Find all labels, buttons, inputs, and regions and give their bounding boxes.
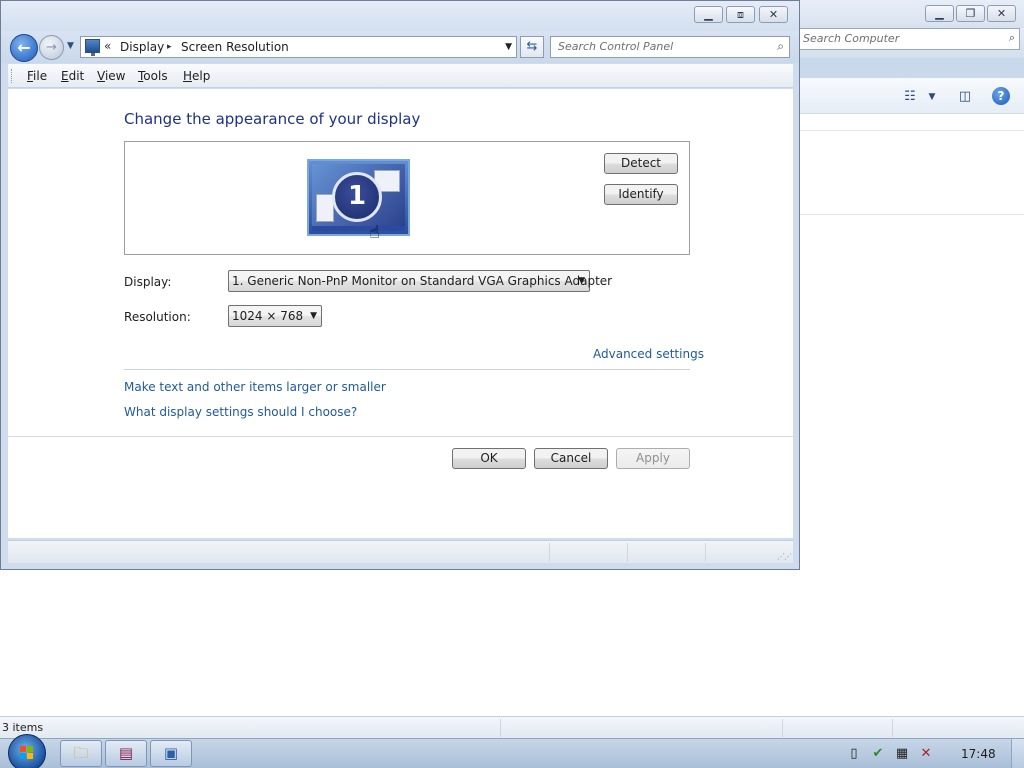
clock[interactable]: 17:48 [961,747,996,761]
apply-button[interactable]: Apply [616,448,690,469]
windows-logo-icon [20,746,34,760]
document-tray-icon[interactable]: ▯ [846,746,862,762]
volume-muted-icon[interactable]: ✕ [918,746,934,762]
show-desktop-button[interactable] [1011,739,1024,768]
display-select-value: 1. Generic Non-PnP Monitor on Standard V… [232,274,613,288]
menu-grip [11,69,13,83]
search-input[interactable]: Search Control Panel ⌕ [550,36,790,58]
preview-pane-icon[interactable]: ◫ [956,87,974,107]
monitor-icon[interactable]: 1 [307,159,410,236]
background-divider [790,214,1024,215]
refresh-button[interactable]: ⇆ [520,36,544,58]
maximize-button[interactable]: ⧈ [726,6,755,23]
status-divider [705,543,706,562]
view-options-icon[interactable]: ☷ [902,87,918,107]
menu-file[interactable]: File [27,69,47,83]
archive-icon: ▤ [118,744,134,762]
hand-cursor-icon: ☝ [369,222,380,243]
background-minimize-button[interactable]: ▁ [925,5,954,22]
footer-divider [8,436,793,437]
monitor-arrangement-panel: 1 ☝ Detect Identify [124,141,690,255]
forward-button[interactable]: → [39,35,64,60]
control-panel-icon: ▣ [163,744,179,762]
item-count: 3 items [2,721,44,734]
status-divider [627,543,628,562]
recent-pages-button[interactable]: ▼ [67,41,77,53]
background-restore-button[interactable]: ❐ [956,5,985,22]
refresh-icon: ⇆ [526,39,538,54]
back-arrow-icon: ← [17,38,31,57]
resolution-select[interactable]: 1024 × 768 ▼ [228,305,322,327]
page-title: Change the appearance of your display [124,110,421,128]
display-label: Display: [124,275,172,289]
mini-taskbar-graphic [312,226,405,231]
resize-grip[interactable]: ⋰⋰ [777,552,792,561]
status-divider [549,543,550,562]
address-chevrons[interactable]: « [104,39,111,53]
menu-view[interactable]: View [97,69,125,83]
status-divider [892,719,893,737]
minimize-button[interactable]: ▁ [694,6,723,23]
status-divider [500,719,501,737]
taskbar: 🗀 ▤ ▣ ▯ ✔ ▦ ✕ 17:48 [0,734,1024,768]
start-button[interactable] [8,734,46,768]
chevron-down-icon: ▼ [310,311,317,321]
menu-bar: File Edit View Tools Help [8,64,793,88]
background-toolbar: ☷ ▼ ◫ [790,78,1024,114]
breadcrumb-separator[interactable]: ▸ [167,42,172,52]
menu-help[interactable]: Help [183,69,210,83]
display-select[interactable]: 1. Generic Non-PnP Monitor on Standard V… [228,270,612,292]
ok-button[interactable]: OK [452,448,526,469]
resolution-select-value: 1024 × 768 [232,309,304,323]
display-help-link[interactable]: What display settings should I choose? [124,405,357,419]
breadcrumb-screen-resolution[interactable]: Screen Resolution [181,40,289,54]
background-strip [790,58,1024,78]
divider [124,369,690,370]
detect-button[interactable]: Detect [604,153,678,174]
monitor-screen: 1 [312,164,405,231]
status-divider [782,719,783,737]
content-area: Change the appearance of your display 1 … [8,89,793,538]
folder-icon: 🗀 [73,744,89,762]
background-search-placeholder: Search Computer [803,32,900,45]
forward-arrow-icon: → [46,40,57,55]
address-bar[interactable]: « Display ▸ Screen Resolution ▼ [80,36,517,58]
search-icon: ⌕ [1008,31,1015,44]
menu-tools[interactable]: Tools [138,69,168,83]
monitor-number-badge: 1 [332,172,382,222]
advanced-settings-link[interactable]: Advanced settings [593,347,704,361]
menu-edit[interactable]: Edit [61,69,84,83]
background-titlebar: ▁ ❐ ✕ [790,0,1024,28]
search-placeholder: Search Control Panel [558,40,674,53]
background-search-input[interactable]: Search Computer ⌕ [796,28,1020,50]
taskbar-control-panel-button[interactable]: ▣ [150,740,192,767]
chevron-down-icon[interactable]: ▼ [505,42,512,52]
taskbar-winrar-button[interactable]: ▤ [105,740,147,767]
help-icon[interactable]: ? [992,87,1010,105]
identify-button[interactable]: Identify [604,184,678,205]
security-shield-icon[interactable]: ✔ [870,746,886,762]
chevron-down-icon[interactable]: ▼ [926,87,938,107]
screen-resolution-window: ▁ ⧈ ✕ ← → ▼ « Display ▸ Screen Resolutio… [0,0,800,570]
taskbar-explorer-button[interactable]: 🗀 [60,740,102,767]
search-icon: ⌕ [777,39,784,53]
network-icon[interactable]: ▦ [894,746,910,762]
breadcrumb-display[interactable]: Display [120,40,164,54]
resolution-label: Resolution: [124,310,191,324]
background-close-button[interactable]: ✕ [987,5,1016,22]
control-panel-icon [85,39,100,56]
background-statusbar: 3 items [0,716,1024,738]
text-size-link[interactable]: Make text and other items larger or smal… [124,380,386,394]
back-button[interactable]: ← [10,34,38,62]
cancel-button[interactable]: Cancel [534,448,608,469]
close-button[interactable]: ✕ [759,6,788,23]
window-titlebar: ▁ ⧈ ✕ [1,1,799,31]
window-statusbar: ⋰⋰ [8,540,793,563]
chevron-down-icon: ▼ [578,276,585,286]
background-divider [790,130,1024,131]
